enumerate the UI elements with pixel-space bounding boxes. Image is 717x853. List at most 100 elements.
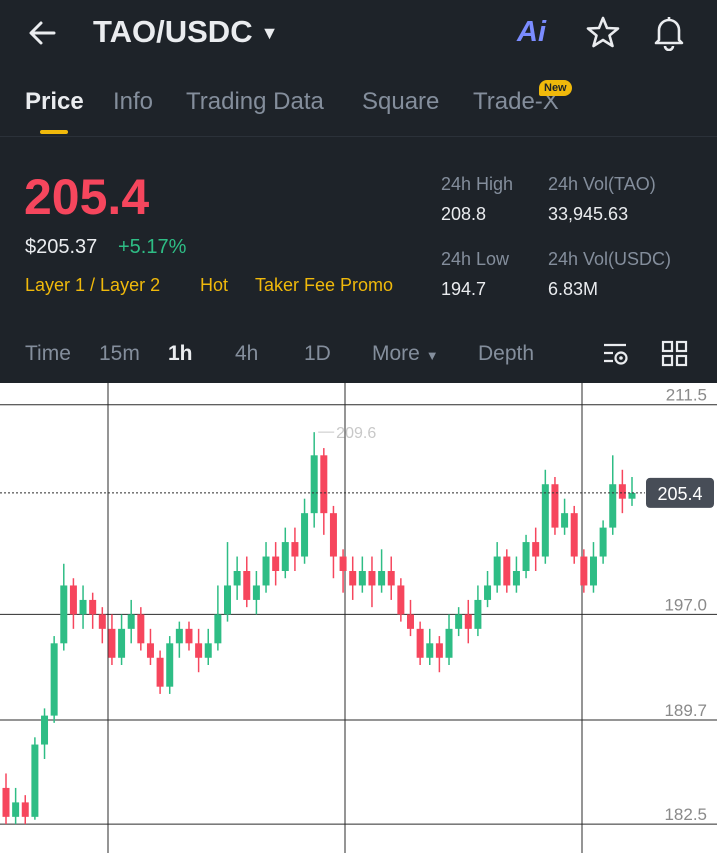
candle-body xyxy=(127,614,135,629)
candle-body xyxy=(21,802,29,817)
timeframe-time[interactable]: Time xyxy=(25,342,71,366)
candle-body xyxy=(224,585,232,615)
candle-body xyxy=(214,614,222,644)
timeframe-1d[interactable]: 1D xyxy=(304,342,331,366)
active-tab-indicator xyxy=(40,130,68,134)
candle-body xyxy=(108,628,116,658)
pair-title: TAO/USDC xyxy=(93,14,253,49)
candle-body xyxy=(146,643,154,658)
candle-body xyxy=(41,715,49,745)
vol-quote-value: 6.83M xyxy=(548,279,599,299)
candle-body xyxy=(50,643,58,716)
candle-body xyxy=(455,614,463,629)
candle-body xyxy=(175,628,183,644)
candle-body xyxy=(118,628,126,658)
candle-body xyxy=(474,599,482,629)
back-arrow-icon[interactable] xyxy=(24,14,62,52)
tab-square[interactable]: Square xyxy=(362,88,439,116)
low-label: 24h Low xyxy=(441,249,510,269)
candle-body xyxy=(551,484,559,528)
tab-info[interactable]: Info xyxy=(113,88,153,116)
candle-body xyxy=(503,556,511,586)
timeframe-15m[interactable]: 15m xyxy=(99,342,140,366)
pair-selector[interactable]: TAO/USDC ▼ xyxy=(93,14,278,50)
candle-body xyxy=(522,542,530,571)
candle-body xyxy=(243,571,251,600)
candle-body xyxy=(281,542,289,571)
candle-body xyxy=(609,484,617,528)
candle-body xyxy=(185,628,193,644)
tab-trading-data[interactable]: Trading Data xyxy=(186,88,324,116)
tag-taker-fee-promo[interactable]: Taker Fee Promo xyxy=(255,275,393,296)
timeframe-1h[interactable]: 1h xyxy=(168,342,193,366)
y-tick-label: 189.7 xyxy=(664,701,707,720)
candle-body xyxy=(320,455,328,514)
candle-body xyxy=(445,628,453,658)
tab-price[interactable]: Price xyxy=(25,88,84,116)
candle-body xyxy=(484,585,492,600)
candle-body xyxy=(599,527,607,557)
bell-icon[interactable] xyxy=(651,13,687,51)
low-value: 194.7 xyxy=(441,279,487,299)
candle-body xyxy=(329,513,337,557)
y-tick-label: 211.5 xyxy=(666,386,707,405)
candle-body xyxy=(349,571,357,586)
candle-body xyxy=(166,643,174,687)
vol-base-label: 24h Vol(TAO) xyxy=(548,174,656,194)
candle-body xyxy=(98,614,106,629)
indicator-settings-icon[interactable] xyxy=(602,340,630,368)
candle-body xyxy=(60,585,68,644)
candle-body xyxy=(272,556,280,571)
y-tick-label: 197.0 xyxy=(664,595,707,614)
candle-body xyxy=(426,643,434,658)
candle-body xyxy=(339,556,347,571)
candle-body xyxy=(561,513,569,528)
candle-body xyxy=(378,571,386,586)
ai-icon[interactable]: Ai xyxy=(517,16,546,49)
price-chart[interactable]: 211.5 197.0 189.7 182.5 209.6 205.4 xyxy=(0,383,717,853)
candle-body xyxy=(358,571,366,586)
timeframe-4h[interactable]: 4h xyxy=(235,342,258,366)
candle-body xyxy=(252,585,260,600)
star-icon[interactable] xyxy=(585,14,621,50)
candle-body xyxy=(195,643,203,658)
candle-body xyxy=(580,556,588,586)
candle-body xyxy=(310,455,318,514)
more-label: More xyxy=(372,342,420,365)
price-usd: $205.37 xyxy=(25,236,98,258)
candle-body xyxy=(12,802,20,817)
timeframe-depth[interactable]: Depth xyxy=(478,342,534,366)
candle-body xyxy=(89,599,97,615)
candle-body xyxy=(69,585,77,615)
candle-body xyxy=(301,513,309,557)
candle-body xyxy=(204,643,212,658)
new-badge: New xyxy=(539,80,572,96)
top-bar: TAO/USDC ▼ Ai xyxy=(0,0,717,68)
candle-body xyxy=(493,556,501,586)
caret-down-icon: ▼ xyxy=(425,348,439,363)
candle-body xyxy=(2,787,10,817)
timeframe-more[interactable]: More ▼ xyxy=(372,342,439,366)
candle-body xyxy=(262,556,270,586)
candle-body xyxy=(541,484,549,557)
high-value: 208.8 xyxy=(441,204,487,224)
candle-body xyxy=(416,628,424,658)
grid-layout-icon[interactable] xyxy=(661,340,689,368)
high-label: 24h High xyxy=(441,174,514,194)
candle-body xyxy=(137,614,145,644)
tab-bar: Price Info Trading Data Square Trade-X xyxy=(0,80,717,137)
vol-quote-label: 24h Vol(USDC) xyxy=(548,249,672,269)
last-price-label: 205.4 xyxy=(657,484,702,504)
candle-body xyxy=(618,484,626,499)
tag-hot[interactable]: Hot xyxy=(200,275,228,296)
vol-base-value: 33,945.63 xyxy=(548,204,629,224)
candle-body xyxy=(368,571,376,586)
tag-layer[interactable]: Layer 1 / Layer 2 xyxy=(25,275,160,296)
candle-body xyxy=(435,643,443,658)
candle-body xyxy=(31,744,39,817)
candle-body xyxy=(233,571,241,586)
candle-body xyxy=(387,571,395,586)
candle-body xyxy=(628,492,636,499)
high-marker-label: 209.6 xyxy=(336,425,376,442)
candle-body xyxy=(79,599,87,615)
